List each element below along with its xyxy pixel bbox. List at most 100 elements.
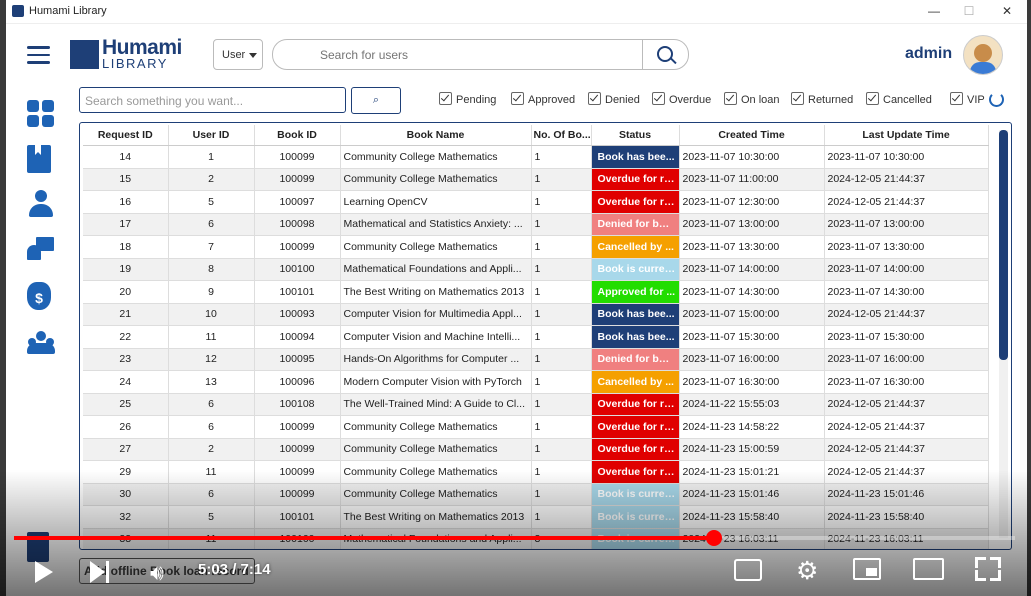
user-id-cell: 11 <box>168 460 255 484</box>
table-row[interactable]: 29 11 100099 Community College Mathematics 1… <box>83 460 989 484</box>
book-count-cell: 1 <box>531 213 592 236</box>
created-time-cell: 2023-11-07 15:00:00 <box>679 303 825 326</box>
column-header[interactable]: Created Time <box>679 125 825 146</box>
group-icon[interactable] <box>27 327 55 355</box>
book-count-cell: 1 <box>531 168 592 191</box>
user-id-cell: 2 <box>168 438 255 461</box>
book-count-cell: 1 <box>531 438 592 461</box>
table-row[interactable]: 27 2 100099 Community College Mathematics 1 O… <box>83 438 989 461</box>
table-row[interactable]: 32 5 100101 The Best Writing on Mathematics… <box>83 505 989 529</box>
maximize-button[interactable]: ☐ <box>954 3 984 20</box>
search-icon[interactable] <box>657 46 673 62</box>
filter-on-loan[interactable]: On loan <box>724 92 780 108</box>
column-header[interactable]: User ID <box>168 125 255 146</box>
column-header[interactable]: No. Of Bo... <box>531 125 592 146</box>
filter-vip[interactable]: VIP <box>950 92 985 108</box>
settings-gear-icon[interactable]: ⚙ <box>796 556 818 586</box>
column-header[interactable]: Request ID <box>83 125 169 146</box>
filter-approved[interactable]: Approved <box>511 92 575 108</box>
user-id-cell: 2 <box>168 168 255 191</box>
fullscreen-icon[interactable] <box>975 557 1001 581</box>
book-id-cell: 100098 <box>254 213 341 236</box>
table-row[interactable]: 14 1 100099 Community College Mathematics 1 B… <box>83 145 989 169</box>
search-icon: ⌕ <box>372 94 380 106</box>
user-id-cell: 7 <box>168 235 255 259</box>
book-id-cell: 100093 <box>254 303 341 326</box>
created-time-cell: 2024-11-23 15:00:59 <box>679 438 825 461</box>
book-id-cell: 100099 <box>254 415 341 439</box>
refresh-icon[interactable] <box>989 92 1004 107</box>
table-row[interactable]: 22 11 100094 Computer Vision and Machine In… <box>83 325 989 349</box>
table-scrollbar[interactable] <box>999 130 1008 538</box>
column-header[interactable]: Last Update Time <box>824 125 989 146</box>
user-icon[interactable] <box>27 190 55 218</box>
request-id-cell: 16 <box>83 190 169 214</box>
table-row[interactable]: 23 12 100095 Hands-On Algorithms for Comput… <box>83 348 989 371</box>
updated-time-cell: 2024-12-05 21:44:37 <box>824 438 989 461</box>
avatar[interactable] <box>963 35 1003 75</box>
table-row[interactable]: 26 6 100099 Community College Mathematics 1 O… <box>83 415 989 439</box>
table-row[interactable]: 30 6 100099 Community College Mathematics 1 B… <box>83 483 989 506</box>
book-id-cell: 100100 <box>254 258 341 281</box>
admin-name: admin <box>905 45 953 62</box>
teacher-board-icon[interactable] <box>27 235 55 263</box>
table-row[interactable]: 17 6 100098 Mathematical and Statistics Anx… <box>83 213 989 236</box>
status-cell: Book has bee... <box>591 325 680 349</box>
money-bag-icon[interactable]: $ <box>27 282 51 310</box>
table-row[interactable]: 16 5 100097 Learning OpenCV 1 Overdue for re.… <box>83 190 989 214</box>
miniplayer-icon[interactable] <box>853 558 881 580</box>
table-row[interactable]: 19 8 100100 Mathematical Foundations and Ap… <box>83 258 989 281</box>
filter-overdue[interactable]: Overdue <box>652 92 711 108</box>
updated-time-cell: 2023-11-07 16:30:00 <box>824 370 989 394</box>
search-divider <box>642 40 643 69</box>
window-title: Humami Library <box>29 5 107 17</box>
filter-pending[interactable]: Pending <box>439 92 496 108</box>
status-cell: Book is curren... <box>591 505 680 529</box>
table-row[interactable]: 25 6 100108 The Well-Trained Mind: A Guide … <box>83 393 989 416</box>
table-row[interactable]: 20 9 100101 The Best Writing on Mathematics… <box>83 280 989 304</box>
book-id-cell: 100101 <box>254 280 341 304</box>
scrollbar-thumb[interactable] <box>999 130 1008 360</box>
theater-mode-icon[interactable] <box>913 558 944 580</box>
column-header[interactable]: Book ID <box>254 125 341 146</box>
column-header[interactable]: Book Name <box>340 125 532 146</box>
next-icon[interactable] <box>90 561 112 583</box>
book-icon[interactable] <box>27 145 51 173</box>
user-id-cell: 12 <box>168 348 255 371</box>
dashboard-icon[interactable] <box>27 100 55 128</box>
user-id-cell: 13 <box>168 370 255 394</box>
table-row[interactable]: 21 10 100093 Computer Vision for Multimedia… <box>83 303 989 326</box>
book-name-cell: Computer Vision for Multimedia Appl... <box>340 303 532 326</box>
video-progress-bar[interactable] <box>14 530 1015 546</box>
search-type-select[interactable]: User <box>213 39 263 70</box>
filter-returned[interactable]: Returned <box>791 92 853 108</box>
filter-search-input[interactable]: Search something you want... <box>79 87 346 113</box>
video-progress-fill <box>14 536 714 540</box>
request-id-cell: 22 <box>83 325 169 349</box>
user-search-input[interactable] <box>318 47 622 63</box>
column-header[interactable]: Status <box>591 125 680 146</box>
play-icon[interactable] <box>35 561 53 583</box>
updated-time-cell: 2024-11-23 15:01:46 <box>824 483 989 506</box>
table-row[interactable]: 24 13 100096 Modern Computer Vision with Py… <box>83 370 989 394</box>
subtitles-icon[interactable] <box>734 559 762 581</box>
table-row[interactable]: 15 2 100099 Community College Mathematics 1 O… <box>83 168 989 191</box>
title-bar: Humami Library — ☐ ✕ <box>6 0 1027 24</box>
book-id-cell: 100094 <box>254 325 341 349</box>
menu-icon[interactable] <box>27 46 50 64</box>
status-cell: Book has bee... <box>591 145 680 169</box>
created-time-cell: 2023-11-07 13:30:00 <box>679 235 825 259</box>
filter-search-button[interactable]: ⌕ <box>351 87 401 114</box>
book-count-cell: 1 <box>531 505 592 529</box>
created-time-cell: 2023-11-07 16:30:00 <box>679 370 825 394</box>
volume-icon[interactable]: 🔊︎ <box>150 560 164 586</box>
close-button[interactable]: ✕ <box>992 3 1022 20</box>
filter-cancelled[interactable]: Cancelled <box>866 92 932 108</box>
video-scrubber-handle[interactable] <box>705 530 722 546</box>
table-row[interactable]: 18 7 100099 Community College Mathematics 1 C… <box>83 235 989 259</box>
created-time-cell: 2023-11-07 14:00:00 <box>679 258 825 281</box>
updated-time-cell: 2024-12-05 21:44:37 <box>824 460 989 484</box>
book-id-cell: 100101 <box>254 505 341 529</box>
minimize-button[interactable]: — <box>919 3 949 20</box>
filter-denied[interactable]: Denied <box>588 92 640 108</box>
